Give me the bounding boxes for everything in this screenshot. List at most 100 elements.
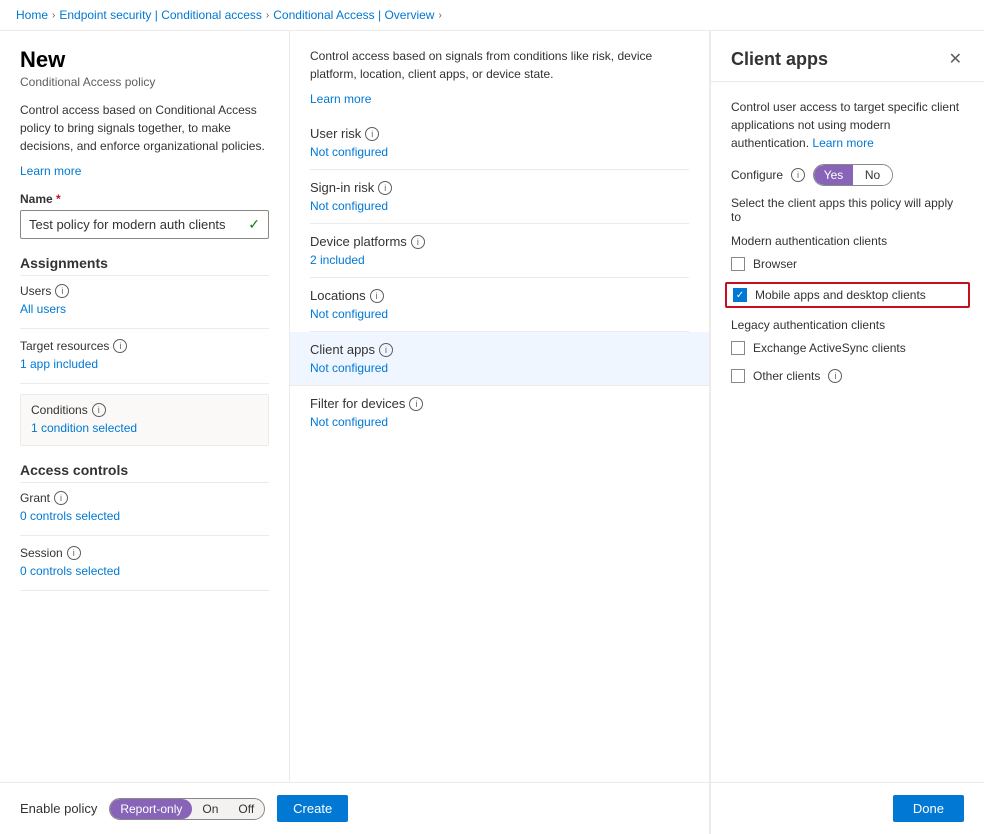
locations-info-icon[interactable]: i (370, 289, 384, 303)
users-value[interactable]: All users (20, 300, 269, 318)
users-row: Users i All users (20, 284, 269, 318)
name-label: Name * (20, 192, 269, 206)
done-button[interactable]: Done (893, 795, 964, 822)
panel-description: Control user access to target specific c… (731, 98, 964, 152)
grant-info-icon[interactable]: i (54, 491, 68, 505)
signin-risk-label: Sign-in risk (310, 180, 374, 195)
assignments-title: Assignments (20, 255, 269, 276)
chevron-icon: › (52, 10, 55, 21)
client-apps-info-icon[interactable]: i (379, 343, 393, 357)
locations-item: Locations i Not configured (310, 278, 689, 332)
user-risk-info-icon[interactable]: i (365, 127, 379, 141)
conditions-label: Conditions (31, 403, 88, 417)
divider-3 (20, 535, 269, 536)
other-clients-row: Other clients i (731, 366, 964, 386)
browser-row: Browser (731, 254, 964, 274)
target-resources-row: Target resources i 1 app included (20, 339, 269, 373)
mobile-desktop-row: Mobile apps and desktop clients (725, 282, 970, 308)
toggle-no[interactable]: No (853, 165, 892, 185)
right-col-learn-more[interactable]: Learn more (310, 92, 371, 106)
filter-devices-value[interactable]: Not configured (310, 415, 689, 429)
panel-title: Client apps (731, 49, 828, 70)
breadcrumb-endpoint[interactable]: Endpoint security | Conditional access (59, 8, 262, 22)
conditions-value[interactable]: 1 condition selected (31, 419, 258, 437)
learn-more-link[interactable]: Learn more (20, 164, 81, 178)
mobile-desktop-checkbox[interactable] (733, 288, 747, 302)
user-risk-value[interactable]: Not configured (310, 145, 689, 159)
divider-4 (20, 590, 269, 591)
grant-row: Grant i 0 controls selected (20, 491, 269, 525)
configure-toggle[interactable]: Yes No (813, 164, 893, 186)
breadcrumb-conditional[interactable]: Conditional Access | Overview (273, 8, 434, 22)
session-label: Session (20, 546, 63, 560)
mobile-desktop-label: Mobile apps and desktop clients (755, 288, 926, 302)
breadcrumb-home[interactable]: Home (16, 8, 48, 22)
checkmark-icon: ✓ (248, 216, 260, 233)
policy-toggle-group[interactable]: Report-only On Off (109, 798, 265, 820)
device-platforms-info-icon[interactable]: i (411, 235, 425, 249)
signin-risk-value[interactable]: Not configured (310, 199, 689, 213)
panel-footer: Done (711, 782, 984, 834)
name-input[interactable]: Test policy for modern auth clients ✓ (20, 210, 269, 239)
session-value[interactable]: 0 controls selected (20, 562, 269, 580)
target-resources-value[interactable]: 1 app included (20, 355, 269, 373)
device-platforms-item: Device platforms i 2 included (310, 224, 689, 278)
divider-1 (20, 328, 269, 329)
signin-risk-info-icon[interactable]: i (378, 181, 392, 195)
toggle-on[interactable]: On (192, 799, 228, 819)
user-risk-label: User risk (310, 126, 361, 141)
chevron-icon-3: › (438, 10, 441, 21)
grant-label: Grant (20, 491, 50, 505)
session-info-icon[interactable]: i (67, 546, 81, 560)
locations-label: Locations (310, 288, 366, 303)
browser-label: Browser (753, 257, 797, 271)
chevron-icon-2: › (266, 10, 269, 21)
device-platforms-label: Device platforms (310, 234, 407, 249)
locations-value[interactable]: Not configured (310, 307, 689, 321)
modern-auth-label: Modern authentication clients (731, 234, 964, 248)
toggle-off[interactable]: Off (228, 799, 264, 819)
divider-2 (20, 383, 269, 384)
filter-devices-item: Filter for devices i Not configured (310, 386, 689, 439)
right-col-description: Control access based on signals from con… (310, 47, 689, 83)
toggle-yes[interactable]: Yes (814, 165, 853, 185)
client-apps-label: Client apps (310, 342, 375, 357)
footer-bar: Enable policy Report-only On Off Create (0, 782, 709, 834)
exchange-checkbox[interactable] (731, 341, 745, 355)
signin-risk-item: Sign-in risk i Not configured (310, 170, 689, 224)
legacy-auth-label: Legacy authentication clients (731, 318, 964, 332)
close-button[interactable]: ✕ (947, 47, 964, 71)
other-clients-checkbox[interactable] (731, 369, 745, 383)
right-column: Control access based on signals from con… (290, 31, 709, 782)
other-clients-label: Other clients (753, 369, 820, 383)
configure-label: Configure (731, 168, 783, 182)
device-platforms-value[interactable]: 2 included (310, 253, 689, 267)
conditions-info-icon[interactable]: i (92, 403, 106, 417)
create-button[interactable]: Create (277, 795, 348, 822)
client-apps-item[interactable]: Client apps i Not configured (290, 332, 709, 386)
enable-policy-label: Enable policy (20, 801, 97, 816)
browser-checkbox[interactable] (731, 257, 745, 271)
required-star: * (56, 192, 61, 206)
panel-body: Control user access to target specific c… (711, 82, 984, 782)
client-apps-value[interactable]: Not configured (310, 361, 689, 375)
breadcrumb: Home › Endpoint security | Conditional a… (0, 0, 984, 31)
page-title: New (20, 47, 269, 73)
exchange-row: Exchange ActiveSync clients (731, 338, 964, 358)
grant-value[interactable]: 0 controls selected (20, 507, 269, 525)
access-controls-title: Access controls (20, 462, 269, 483)
exchange-label: Exchange ActiveSync clients (753, 341, 906, 355)
target-info-icon[interactable]: i (113, 339, 127, 353)
other-clients-info-icon[interactable]: i (828, 369, 842, 383)
toggle-report-only[interactable]: Report-only (110, 799, 192, 819)
client-apps-panel: Client apps ✕ Control user access to tar… (710, 31, 984, 834)
users-info-icon[interactable]: i (55, 284, 69, 298)
conditions-section: Conditions i 1 condition selected (20, 394, 269, 446)
filter-devices-info-icon[interactable]: i (409, 397, 423, 411)
filter-devices-label: Filter for devices (310, 396, 405, 411)
user-risk-item: User risk i Not configured (310, 116, 689, 170)
conditions-list: User risk i Not configured Sign-in risk … (310, 116, 689, 439)
panel-learn-more[interactable]: Learn more (812, 136, 873, 150)
target-resources-label: Target resources (20, 339, 109, 353)
configure-info-icon[interactable]: i (791, 168, 805, 182)
